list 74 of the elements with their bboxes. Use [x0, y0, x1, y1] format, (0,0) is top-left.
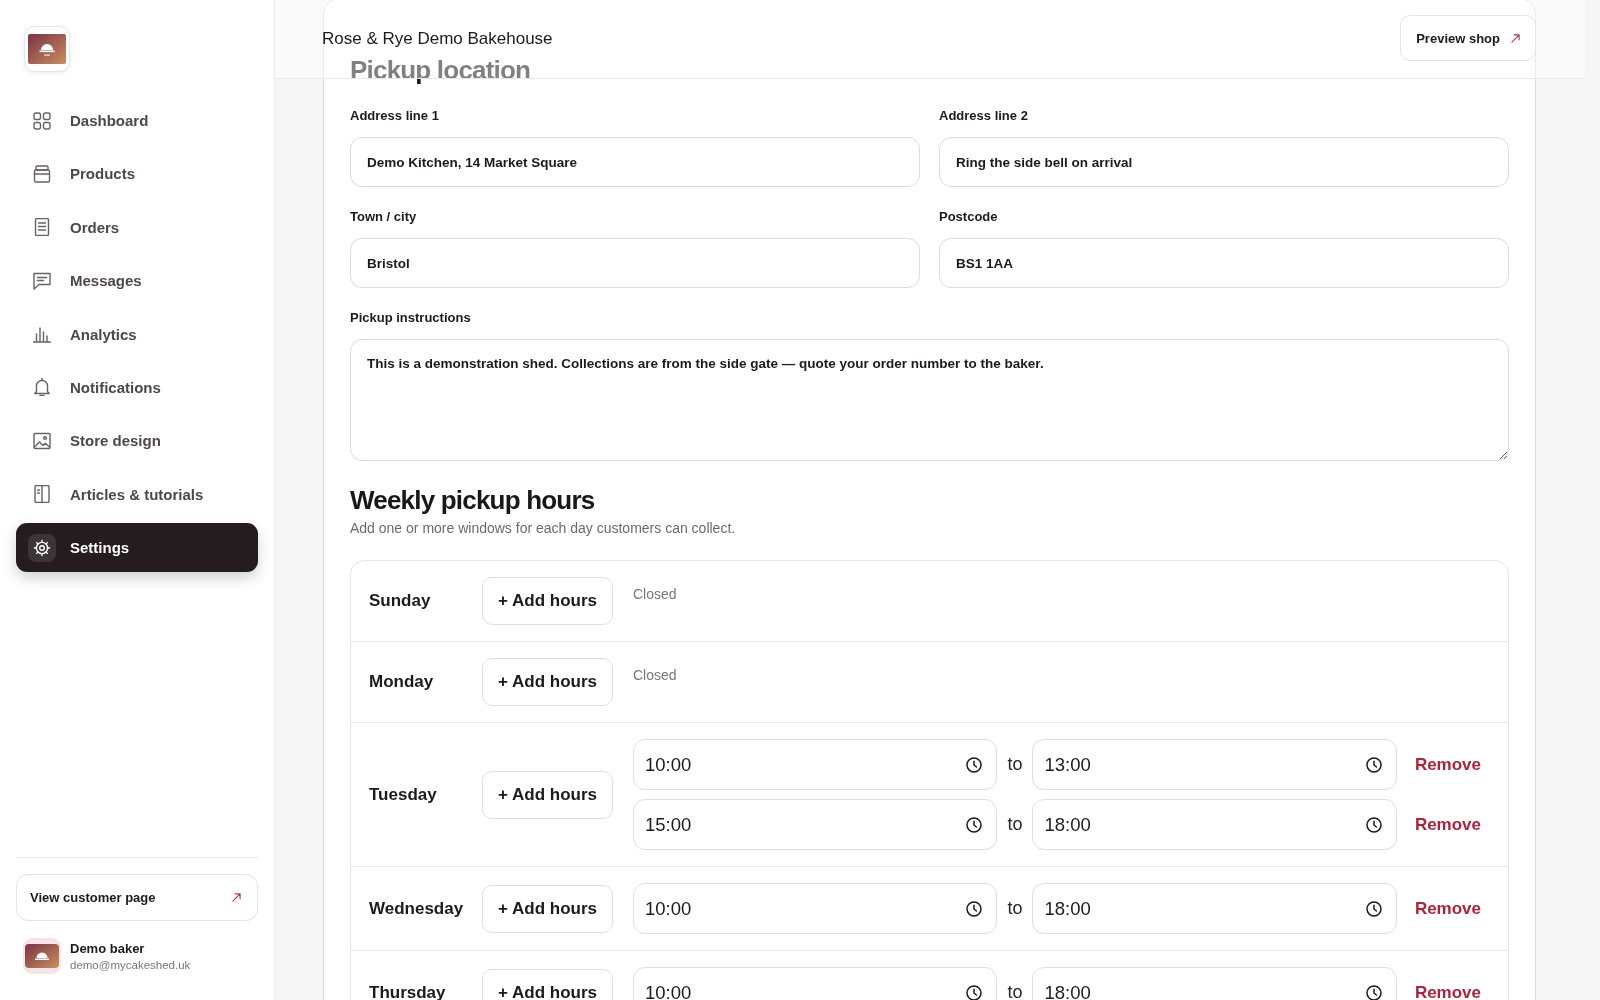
nav-item[interactable]: Messages [16, 256, 258, 306]
document-icon [33, 218, 51, 237]
clock-icon [1365, 984, 1382, 1000]
closed-status: Closed [633, 586, 677, 602]
remove-button[interactable]: Remove [1414, 898, 1481, 919]
text-field[interactable]: Ring the side bell on arrival [939, 137, 1509, 187]
nav-item[interactable]: Articles & tutorials [16, 469, 258, 519]
user-name: Demo baker [70, 941, 146, 956]
day-label: Sunday [369, 591, 432, 611]
time-field[interactable]: 13:00 [1032, 739, 1397, 790]
diagonal-arrow-icon [1511, 33, 1520, 43]
section-subtitle: Add one or more windows for each day customers can collect. [350, 519, 737, 538]
remove-button[interactable]: Remove [1414, 754, 1481, 775]
clock-icon [966, 900, 983, 917]
image-icon [33, 431, 51, 450]
remove-button[interactable]: Remove [1414, 982, 1481, 1000]
section-heading: Weekly pickup hours [350, 484, 596, 517]
day-label: Monday [369, 672, 435, 692]
diagonal-arrow-icon [232, 893, 241, 902]
add-hours-button[interactable]: + Add hours [482, 577, 613, 625]
add-hours-button[interactable]: + Add hours [482, 658, 613, 706]
to-label: to [1006, 898, 1024, 919]
field-label: Address line 1 [350, 107, 440, 125]
textarea-field[interactable]: This is a demonstration shed. Collections are from the side gate — quote your order number to the baker. [350, 339, 1509, 461]
book-icon [33, 485, 51, 504]
text-field[interactable]: Demo Kitchen, 14 Market Square [350, 137, 920, 187]
closed-status: Closed [633, 667, 677, 683]
field-label: Address line 2 [939, 107, 1029, 125]
time-field[interactable]: 18:00 [1032, 967, 1397, 1000]
field-label: Pickup instructions [350, 309, 472, 327]
time-field[interactable]: 18:00 [1032, 883, 1397, 934]
clock-icon [1365, 816, 1382, 833]
to-label: to [1006, 814, 1024, 835]
bar-chart-icon [33, 325, 51, 344]
clock-icon [966, 756, 983, 773]
nav-item[interactable]: Dashboard [16, 96, 258, 145]
nav-item[interactable]: Analytics [16, 309, 258, 359]
nav-item[interactable]: Notifications [16, 362, 258, 412]
view-customer-page-button[interactable]: View customer page [16, 874, 258, 921]
time-field[interactable]: 10:00 [633, 739, 998, 790]
field-label: Town / city [350, 208, 418, 226]
to-label: to [1006, 754, 1024, 775]
field-label: Postcode [939, 208, 999, 226]
bell-icon [33, 378, 51, 397]
clock-icon [966, 816, 983, 833]
shop-title: Rose & Rye Demo Bakehouse [322, 29, 553, 49]
add-hours-button[interactable]: + Add hours [482, 770, 613, 819]
chat-bubble-icon [33, 271, 51, 290]
preview-shop-button[interactable]: Preview shop [1400, 15, 1536, 61]
clock-icon [1365, 756, 1382, 773]
clock-icon [1365, 900, 1382, 917]
remove-button[interactable]: Remove [1414, 814, 1481, 835]
settings-icon [28, 533, 56, 562]
day-label: Wednesday [369, 898, 465, 919]
user-email: demo@mycakeshed.uk [70, 959, 191, 971]
add-hours-button[interactable]: + Add hours [482, 968, 613, 1000]
time-field[interactable]: 15:00 [633, 799, 998, 850]
avatar-icon [23, 938, 61, 974]
nav-item[interactable]: Store design [16, 416, 258, 466]
time-field[interactable]: 10:00 [633, 967, 998, 1000]
text-field[interactable]: BS1 1AA [939, 238, 1509, 288]
logo-icon [24, 26, 70, 72]
time-field[interactable]: 10:00 [633, 883, 998, 934]
box-icon [33, 164, 51, 183]
clock-icon [966, 984, 983, 1000]
nav-item[interactable]: Orders [16, 202, 258, 252]
nav-item[interactable]: Settings [16, 523, 258, 573]
text-field[interactable]: Bristol [350, 238, 920, 288]
time-field[interactable]: 18:00 [1032, 799, 1397, 850]
nav-item[interactable]: Products [16, 149, 258, 199]
add-hours-button[interactable]: + Add hours [482, 884, 613, 933]
to-label: to [1006, 982, 1024, 1000]
day-label: Tuesday [369, 784, 438, 805]
grid-icon [33, 111, 51, 130]
